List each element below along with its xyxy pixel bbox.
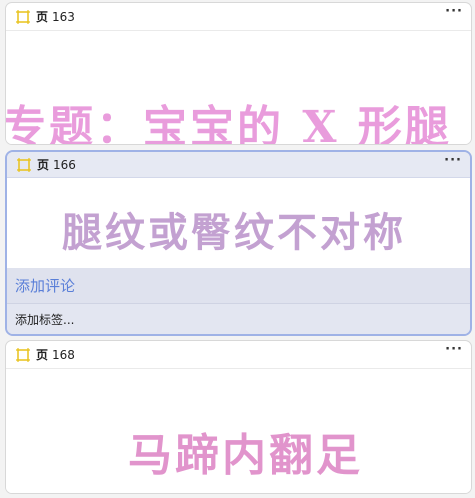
thumbnail-text: 马蹄内翻足 (128, 430, 363, 481)
page-card-168[interactable]: 页 168 ··· 马蹄内翻足 (5, 340, 472, 494)
page-card-163[interactable]: 页 163 ··· 专题：宝宝的 X 形腿 (5, 2, 472, 145)
page-number: 163 (52, 9, 75, 24)
add-tag-link[interactable]: 添加标签... (15, 311, 74, 328)
page-icon (16, 347, 30, 362)
page-card-header: 页 163 ··· (6, 3, 471, 31)
page-thumbnail[interactable]: 腿纹或臀纹不对称 (7, 178, 470, 268)
page-icon (17, 157, 31, 172)
more-icon[interactable]: ··· (444, 154, 462, 167)
page-icon (16, 9, 30, 24)
thumbnail-text: 专题：宝宝的 X 形腿 (6, 102, 452, 145)
page-label: 页 (37, 158, 50, 172)
thumbnail-text: 腿纹或臀纹不对称 (62, 209, 406, 256)
comment-area: 添加评论 (7, 268, 470, 304)
more-icon[interactable]: ··· (445, 343, 463, 356)
page-card-header: 页 166 ··· (7, 152, 470, 178)
page-number: 168 (52, 347, 75, 362)
page-thumbnail[interactable]: 专题：宝宝的 X 形腿 (6, 31, 471, 145)
more-icon[interactable]: ··· (445, 5, 463, 18)
add-comment-link[interactable]: 添加评论 (15, 275, 75, 296)
page-thumbnail[interactable]: 马蹄内翻足 (6, 369, 471, 493)
tag-area: 添加标签... (7, 304, 470, 334)
page-card-header: 页 168 ··· (6, 341, 471, 369)
page-card-166[interactable]: 页 166 ··· 腿纹或臀纹不对称 添加评论 添加标签... (5, 150, 472, 336)
page-number: 166 (53, 157, 76, 172)
page-label: 页 (36, 348, 49, 362)
page-label: 页 (36, 10, 49, 24)
